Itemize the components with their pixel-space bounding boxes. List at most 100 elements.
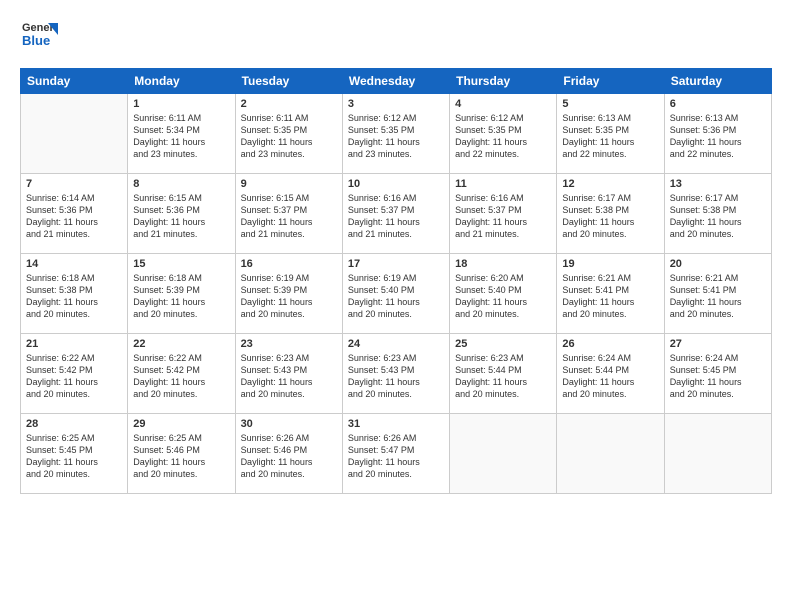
calendar-cell: 23Sunrise: 6:23 AMSunset: 5:43 PMDayligh…: [235, 334, 342, 414]
calendar-cell: [664, 414, 771, 494]
page: General Blue SundayMondayTuesdayWednesda…: [0, 0, 792, 612]
day-number: 6: [670, 98, 766, 110]
cell-details: Sunrise: 6:24 AMSunset: 5:44 PMDaylight:…: [562, 352, 658, 401]
cell-details: Sunrise: 6:18 AMSunset: 5:38 PMDaylight:…: [26, 272, 122, 321]
calendar-cell: 22 Sunrise: 6:22 AMSunset: 5:42 PMDayligh…: [128, 334, 235, 414]
day-number: 1: [133, 98, 229, 110]
cell-details: Sunrise: 6:11 AMSunset: 5:34 PMDaylight:…: [133, 112, 229, 161]
day-number: 2: [241, 98, 337, 110]
day-number: 7: [26, 178, 122, 190]
day-number: 19: [562, 258, 658, 270]
cell-details: Sunrise: 6:18 AMSunset: 5:39 PMDaylight:…: [133, 272, 229, 321]
day-number: 26: [562, 338, 658, 350]
day-number: 31: [348, 418, 444, 430]
calendar-cell: 8 Sunrise: 6:15 AMSunset: 5:36 PMDaylight…: [128, 174, 235, 254]
cell-details: Sunrise: 6:23 AMSunset: 5:43 PMDaylight:…: [241, 352, 337, 401]
cell-details: Sunrise: 6:22 AMSunset: 5:42 PMDaylight:…: [133, 352, 229, 401]
cell-details: Sunrise: 6:14 AMSunset: 5:36 PMDaylight:…: [26, 192, 122, 241]
day-header-wednesday: Wednesday: [342, 69, 449, 94]
calendar-cell: 17 Sunrise: 6:19 AMSunset: 5:40 PMDayligh…: [342, 254, 449, 334]
cell-details: Sunrise: 6:25 AMSunset: 5:45 PMDaylight:…: [26, 432, 122, 481]
day-header-sunday: Sunday: [21, 69, 128, 94]
day-number: 25: [455, 338, 551, 350]
calendar-cell: 24 Sunrise: 6:23 AMSunset: 5:43 PMDayligh…: [342, 334, 449, 414]
calendar-week-row: 28 Sunrise: 6:25 AMSunset: 5:45 PMDayligh…: [21, 414, 772, 494]
day-number: 13: [670, 178, 766, 190]
calendar-cell: 10 Sunrise: 6:16 AMSunset: 5:37 PMDayligh…: [342, 174, 449, 254]
day-number: 28: [26, 418, 122, 430]
calendar-header-row: SundayMondayTuesdayWednesdayThursdayFrid…: [21, 69, 772, 94]
day-number: 15: [133, 258, 229, 270]
day-header-monday: Monday: [128, 69, 235, 94]
cell-details: Sunrise: 6:15 AMSunset: 5:36 PMDaylight:…: [133, 192, 229, 241]
day-number: 17: [348, 258, 444, 270]
cell-details: Sunrise: 6:13 AMSunset: 5:35 PMDaylight:…: [562, 112, 658, 161]
cell-details: Sunrise: 6:19 AMSunset: 5:40 PMDaylight:…: [348, 272, 444, 321]
calendar-cell: 18 Sunrise: 6:20 AMSunset: 5:40 PMDayligh…: [450, 254, 557, 334]
calendar-cell: 6 Sunrise: 6:13 AMSunset: 5:36 PMDaylight…: [664, 94, 771, 174]
day-header-tuesday: Tuesday: [235, 69, 342, 94]
cell-details: Sunrise: 6:19 AMSunset: 5:39 PMDaylight:…: [241, 272, 337, 321]
svg-text:Blue: Blue: [22, 33, 50, 48]
day-number: 20: [670, 258, 766, 270]
calendar-cell: 19Sunrise: 6:21 AMSunset: 5:41 PMDayligh…: [557, 254, 664, 334]
day-number: 11: [455, 178, 551, 190]
calendar-cell: 12Sunrise: 6:17 AMSunset: 5:38 PMDayligh…: [557, 174, 664, 254]
calendar-cell: 31Sunrise: 6:26 AMSunset: 5:47 PMDayligh…: [342, 414, 449, 494]
cell-details: Sunrise: 6:15 AMSunset: 5:37 PMDaylight:…: [241, 192, 337, 241]
calendar-cell: 11 Sunrise: 6:16 AMSunset: 5:37 PMDayligh…: [450, 174, 557, 254]
cell-details: Sunrise: 6:17 AMSunset: 5:38 PMDaylight:…: [562, 192, 658, 241]
cell-details: Sunrise: 6:16 AMSunset: 5:37 PMDaylight:…: [348, 192, 444, 241]
day-header-saturday: Saturday: [664, 69, 771, 94]
day-number: 30: [241, 418, 337, 430]
day-number: 8: [133, 178, 229, 190]
day-number: 3: [348, 98, 444, 110]
calendar-cell: 27Sunrise: 6:24 AMSunset: 5:45 PMDayligh…: [664, 334, 771, 414]
calendar-cell: 15 Sunrise: 6:18 AMSunset: 5:39 PMDayligh…: [128, 254, 235, 334]
calendar-cell: 13 Sunrise: 6:17 AMSunset: 5:38 PMDayligh…: [664, 174, 771, 254]
cell-details: Sunrise: 6:22 AMSunset: 5:42 PMDaylight:…: [26, 352, 122, 401]
cell-details: Sunrise: 6:12 AMSunset: 5:35 PMDaylight:…: [348, 112, 444, 161]
day-number: 5: [562, 98, 658, 110]
day-number: 24: [348, 338, 444, 350]
calendar-cell: 3 Sunrise: 6:12 AMSunset: 5:35 PMDaylight…: [342, 94, 449, 174]
cell-details: Sunrise: 6:11 AMSunset: 5:35 PMDaylight:…: [241, 112, 337, 161]
day-number: 16: [241, 258, 337, 270]
cell-details: Sunrise: 6:25 AMSunset: 5:46 PMDaylight:…: [133, 432, 229, 481]
calendar-cell: 26 Sunrise: 6:24 AMSunset: 5:44 PMDayligh…: [557, 334, 664, 414]
calendar-week-row: 7 Sunrise: 6:14 AMSunset: 5:36 PMDaylight…: [21, 174, 772, 254]
cell-details: Sunrise: 6:13 AMSunset: 5:36 PMDaylight:…: [670, 112, 766, 161]
day-number: 27: [670, 338, 766, 350]
calendar-table: SundayMondayTuesdayWednesdayThursdayFrid…: [20, 68, 772, 494]
calendar-cell: 28 Sunrise: 6:25 AMSunset: 5:45 PMDayligh…: [21, 414, 128, 494]
calendar-week-row: 21 Sunrise: 6:22 AMSunset: 5:42 PMDayligh…: [21, 334, 772, 414]
cell-details: Sunrise: 6:20 AMSunset: 5:40 PMDaylight:…: [455, 272, 551, 321]
day-number: 18: [455, 258, 551, 270]
cell-details: Sunrise: 6:23 AMSunset: 5:43 PMDaylight:…: [348, 352, 444, 401]
calendar-cell: [21, 94, 128, 174]
cell-details: Sunrise: 6:16 AMSunset: 5:37 PMDaylight:…: [455, 192, 551, 241]
cell-details: Sunrise: 6:17 AMSunset: 5:38 PMDaylight:…: [670, 192, 766, 241]
calendar-cell: 16 Sunrise: 6:19 AMSunset: 5:39 PMDayligh…: [235, 254, 342, 334]
day-number: 22: [133, 338, 229, 350]
day-header-thursday: Thursday: [450, 69, 557, 94]
calendar-week-row: 1 Sunrise: 6:11 AMSunset: 5:34 PMDaylight…: [21, 94, 772, 174]
day-number: 9: [241, 178, 337, 190]
calendar-cell: [450, 414, 557, 494]
day-number: 21: [26, 338, 122, 350]
day-number: 29: [133, 418, 229, 430]
day-number: 10: [348, 178, 444, 190]
calendar-cell: 5 Sunrise: 6:13 AMSunset: 5:35 PMDaylight…: [557, 94, 664, 174]
calendar-cell: 2 Sunrise: 6:11 AMSunset: 5:35 PMDaylight…: [235, 94, 342, 174]
cell-details: Sunrise: 6:21 AMSunset: 5:41 PMDaylight:…: [670, 272, 766, 321]
day-header-friday: Friday: [557, 69, 664, 94]
cell-details: Sunrise: 6:26 AMSunset: 5:46 PMDaylight:…: [241, 432, 337, 481]
calendar-week-row: 14Sunrise: 6:18 AMSunset: 5:38 PMDayligh…: [21, 254, 772, 334]
calendar-cell: 20 Sunrise: 6:21 AMSunset: 5:41 PMDayligh…: [664, 254, 771, 334]
calendar-cell: 21 Sunrise: 6:22 AMSunset: 5:42 PMDayligh…: [21, 334, 128, 414]
calendar-cell: 29 Sunrise: 6:25 AMSunset: 5:46 PMDayligh…: [128, 414, 235, 494]
calendar-cell: 4Sunrise: 6:12 AMSunset: 5:35 PMDaylight…: [450, 94, 557, 174]
calendar-cell: 14Sunrise: 6:18 AMSunset: 5:38 PMDayligh…: [21, 254, 128, 334]
day-number: 4: [455, 98, 551, 110]
calendar-cell: [557, 414, 664, 494]
